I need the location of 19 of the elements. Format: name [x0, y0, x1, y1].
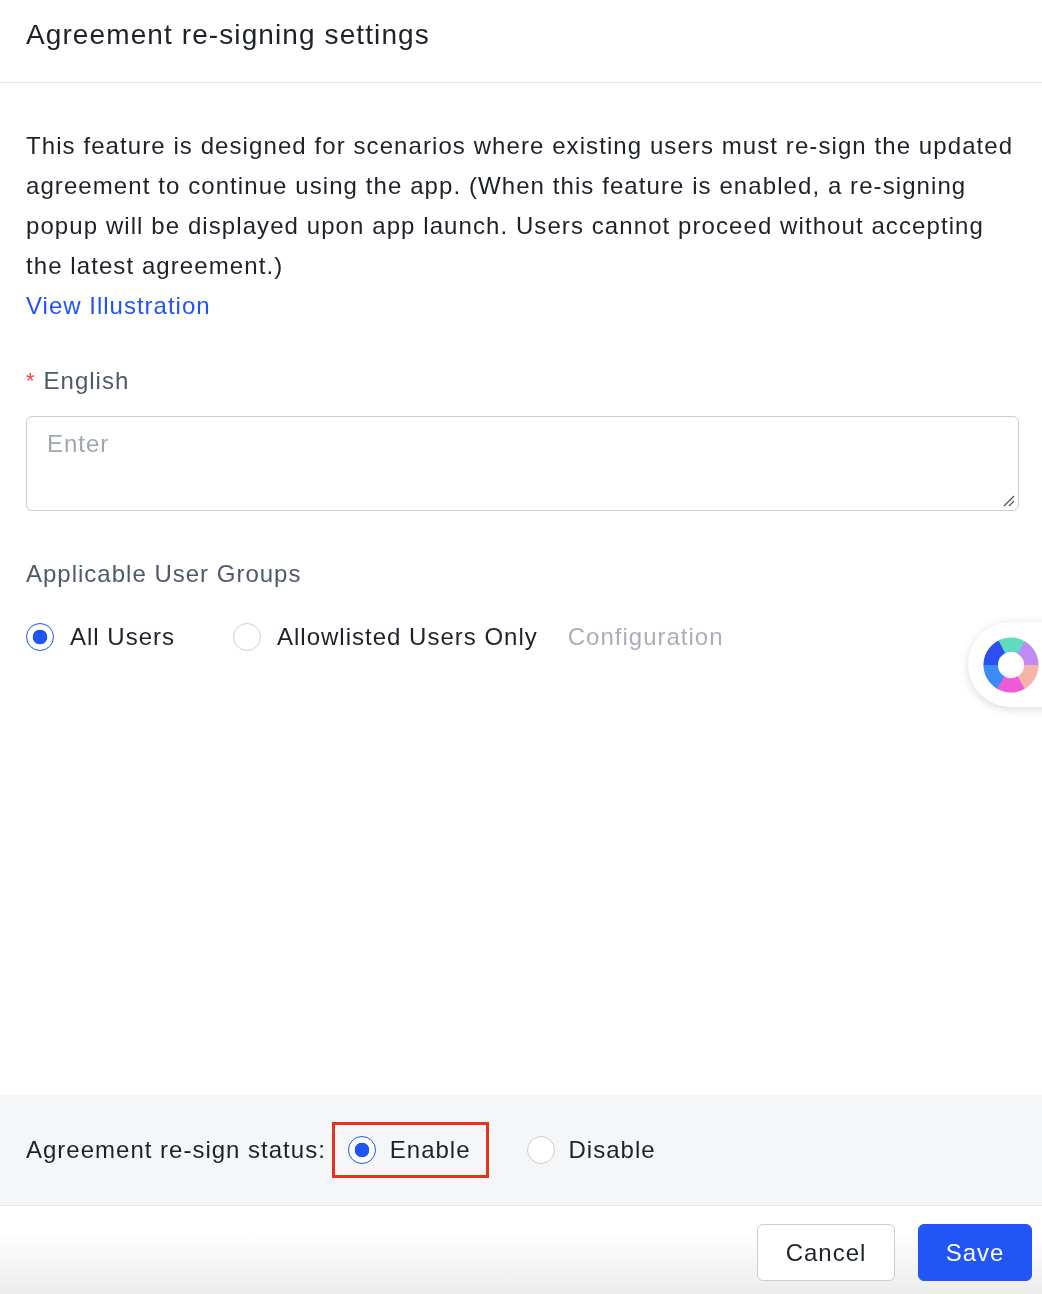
dialog-title: Agreement re-signing settings — [26, 18, 430, 52]
status-label: Agreement re-sign status: — [26, 1135, 326, 1165]
radio-icon[interactable] — [26, 623, 54, 651]
view-illustration-link[interactable]: View Illustration — [26, 286, 211, 326]
radio-icon[interactable] — [347, 1136, 376, 1164]
description-text: This feature is designed for scenarios where existing users must re-sign the updated agreement to continue using the app. (When this feature is enabled, a re-signing popup will be displayed upon app launch. Users cannot proceed without accepting the latest agreement.) — [26, 131, 1015, 281]
section-label: Applicable User Groups — [26, 559, 302, 589]
assistant-button[interactable] — [968, 622, 1042, 707]
radio-option[interactable]: Disable — [510, 1122, 674, 1178]
radio-option[interactable]: Allowlisted Users Only — [233, 622, 538, 652]
resize-handle-icon[interactable] — [1003, 495, 1015, 507]
required-mark: * — [26, 367, 36, 395]
swirl-logo-icon[interactable] — [982, 635, 1040, 694]
radio-option[interactable]: Enable — [331, 1122, 489, 1178]
dialog-button[interactable]: Cancel — [757, 1224, 895, 1281]
field-label: English — [43, 366, 130, 396]
radio-option[interactable]: All Users — [26, 622, 175, 652]
dialog-button[interactable]: Save — [918, 1224, 1032, 1281]
english-input-field[interactable]: Enter — [26, 416, 1019, 511]
